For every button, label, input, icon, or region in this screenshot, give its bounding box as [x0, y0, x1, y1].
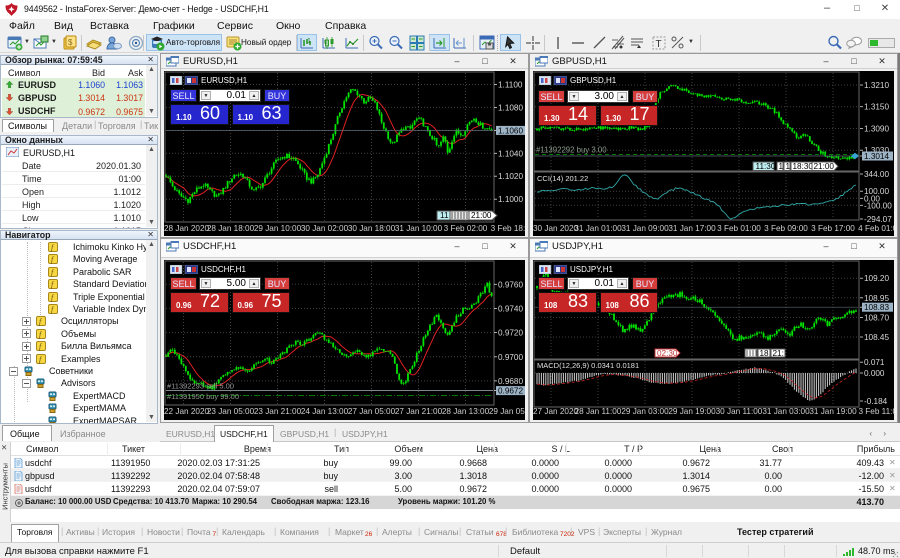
svg-text:30 Jan 11:00: 30 Jan 11:00 — [716, 407, 763, 416]
svg-text:31 Jan 09:00: 31 Jan 09:00 — [621, 224, 669, 233]
svg-text:31 Jan 17:00: 31 Jan 17:00 — [668, 224, 716, 233]
svg-text:27 Jan 05:00: 27 Jan 05:00 — [348, 407, 396, 416]
svg-text:-294.07: -294.07 — [864, 215, 892, 224]
svg-text:108.45: 108.45 — [864, 333, 889, 342]
svg-text:#11391950 buy 99.00: #11391950 buy 99.00 — [167, 392, 239, 401]
svg-text:1.3150: 1.3150 — [864, 103, 889, 112]
svg-text:0.9680: 0.9680 — [498, 377, 523, 386]
svg-text:29 Jan 05:00: 29 Jan 05:00 — [489, 407, 525, 416]
svg-text:1: 1 — [779, 162, 784, 171]
svg-text:0.9720: 0.9720 — [498, 329, 523, 338]
svg-text:23 Jan 05:00: 23 Jan 05:00 — [207, 407, 255, 416]
svg-text:#11392292 buy 3.00: #11392292 buy 3.00 — [536, 146, 607, 155]
svg-text:1: 1 — [307, 38, 311, 45]
svg-text:3 Feb 09:00: 3 Feb 09:00 — [764, 224, 808, 233]
svg-text:4 Feb 01:00: 4 Feb 01:00 — [858, 224, 894, 233]
svg-text:18:30: 18:30 — [793, 162, 814, 171]
svg-text:3 Feb 02:00: 3 Feb 02:00 — [444, 224, 488, 233]
svg-text:1.3014: 1.3014 — [864, 152, 889, 161]
svg-text:28 Jan 11:00: 28 Jan 11:00 — [575, 407, 622, 416]
svg-text:T: T — [656, 39, 662, 50]
svg-text:30 Jan 2020: 30 Jan 2020 — [533, 224, 579, 233]
svg-text:109.20: 109.20 — [864, 274, 889, 283]
svg-text:31 Jan 01:00: 31 Jan 01:00 — [574, 224, 622, 233]
svg-text:-100.00: -100.00 — [864, 201, 892, 210]
svg-text:-0.184: -0.184 — [864, 397, 888, 406]
svg-text:1.3210: 1.3210 — [864, 81, 889, 90]
svg-text:0.9740: 0.9740 — [498, 305, 523, 314]
svg-text:11:30: 11:30 — [756, 162, 776, 171]
svg-text:108.95: 108.95 — [864, 294, 889, 303]
svg-text:21:00: 21:00 — [471, 211, 492, 220]
svg-text:0.9760: 0.9760 — [498, 280, 523, 289]
svg-text:108.70: 108.70 — [864, 313, 889, 322]
svg-text:0.9700: 0.9700 — [498, 353, 523, 362]
svg-text:3 Feb 18:00: 3 Feb 18:00 — [491, 224, 525, 233]
svg-text:31 Jan 19:00: 31 Jan 19:00 — [809, 407, 857, 416]
svg-text:1.1060: 1.1060 — [498, 126, 523, 135]
svg-text:0.9672: 0.9672 — [498, 387, 523, 396]
svg-text:108.83: 108.83 — [864, 303, 889, 312]
svg-text:$: $ — [68, 38, 73, 47]
svg-text:3 Feb 01:00: 3 Feb 01:00 — [717, 224, 761, 233]
svg-text:31 Jan 03:00: 31 Jan 03:00 — [762, 407, 810, 416]
svg-text:1.1100: 1.1100 — [498, 81, 523, 90]
svg-text:0.071: 0.071 — [864, 358, 885, 367]
svg-text:1.1020: 1.1020 — [498, 172, 523, 181]
svg-text:CCI(14) 201.22: CCI(14) 201.22 — [537, 174, 588, 183]
svg-text:1.1040: 1.1040 — [498, 149, 523, 158]
svg-text:30 Jan 02:00: 30 Jan 02:00 — [301, 224, 349, 233]
svg-text:3 Feb 11:00: 3 Feb 11:00 — [858, 407, 894, 416]
svg-text:1.3090: 1.3090 — [864, 125, 889, 134]
svg-text:1.1080: 1.1080 — [498, 103, 523, 112]
svg-text:18: 18 — [760, 349, 770, 358]
svg-text:02:30: 02:30 — [657, 349, 678, 358]
svg-text:21:00: 21:00 — [814, 162, 835, 171]
svg-text:21:: 21: — [773, 349, 784, 358]
svg-text:1: 1 — [786, 162, 791, 171]
svg-text:30 Jan 18:00: 30 Jan 18:00 — [348, 224, 396, 233]
svg-text:28 Jan 2020: 28 Jan 2020 — [164, 224, 210, 233]
svg-text:29 Jan 10:00: 29 Jan 10:00 — [254, 224, 302, 233]
svg-text:0.000: 0.000 — [864, 369, 885, 378]
svg-text:11: 11 — [440, 211, 449, 220]
svg-text:24 Jan 13:00: 24 Jan 13:00 — [301, 407, 349, 416]
svg-text:MACD(12,26,9) 0.0341 0.0181: MACD(12,26,9) 0.0341 0.0181 — [537, 361, 639, 370]
svg-text:22 Jan 2020: 22 Jan 2020 — [164, 407, 210, 416]
svg-text:29 Jan 03:00: 29 Jan 03:00 — [621, 407, 669, 416]
svg-text:28 Jan 18:00: 28 Jan 18:00 — [207, 224, 255, 233]
svg-text:31 Jan 10:00: 31 Jan 10:00 — [395, 224, 443, 233]
svg-text:3 Feb 17:00: 3 Feb 17:00 — [811, 224, 855, 233]
svg-text:#11392293 sell 5.00: #11392293 sell 5.00 — [167, 382, 234, 391]
svg-text:344.00: 344.00 — [864, 170, 889, 179]
svg-text:29 Jan 19:00: 29 Jan 19:00 — [668, 407, 716, 416]
svg-text:23 Jan 21:00: 23 Jan 21:00 — [254, 407, 302, 416]
svg-text:28 Jan 13:00: 28 Jan 13:00 — [442, 407, 490, 416]
svg-text:27 Jan 2020: 27 Jan 2020 — [533, 407, 579, 416]
svg-text:1.1000: 1.1000 — [498, 195, 523, 204]
svg-text:27 Jan 21:00: 27 Jan 21:00 — [395, 407, 443, 416]
